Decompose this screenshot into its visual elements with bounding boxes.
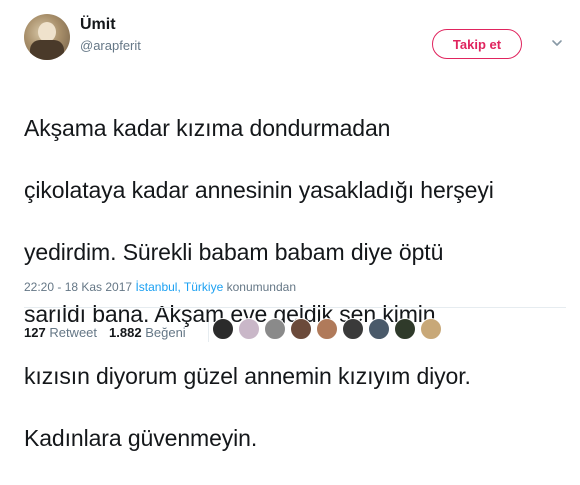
- likers-avatars: [212, 318, 442, 340]
- tweet-line: kızısın diyorum güzel annemin kızıyım di…: [24, 363, 471, 389]
- follow-button[interactable]: Takip et: [432, 29, 522, 59]
- tweet-line: Kadınlara güvenmeyin.: [24, 425, 258, 451]
- avatar-face: [38, 22, 56, 42]
- chevron-down-icon[interactable]: [550, 36, 564, 50]
- tweet-line: yedirdim. Sürekli babam babam diye öptü: [24, 239, 444, 265]
- avatar-body: [30, 40, 64, 60]
- tweet-location-suffix: konumundan: [226, 280, 296, 294]
- liker-avatar[interactable]: [420, 318, 442, 340]
- liker-avatar[interactable]: [290, 318, 312, 340]
- tweet-meta: 22:20 - 18 Kas 2017 İstanbul, Türkiye ko…: [24, 280, 296, 294]
- divider: [24, 307, 566, 308]
- like-label[interactable]: Beğeni: [145, 325, 185, 340]
- stats-divider: [207, 322, 209, 342]
- tweet-location[interactable]: İstanbul, Türkiye: [135, 280, 223, 294]
- user-name[interactable]: Ümit: [80, 16, 116, 34]
- liker-avatar[interactable]: [316, 318, 338, 340]
- tweet-timestamp[interactable]: 22:20 - 18 Kas 2017: [24, 280, 132, 294]
- avatar[interactable]: [24, 14, 70, 60]
- retweet-count[interactable]: 127: [24, 325, 46, 340]
- tweet-card: Ümit @arapferit Takip et Akşama kadar kı…: [0, 0, 580, 451]
- liker-avatar[interactable]: [264, 318, 286, 340]
- liker-avatar[interactable]: [394, 318, 416, 340]
- tweet-stats: 127 Retweet 1.882 Beğeni: [24, 322, 209, 342]
- liker-avatar[interactable]: [238, 318, 260, 340]
- liker-avatar[interactable]: [368, 318, 390, 340]
- tweet-line: Akşama kadar kızıma dondurmadan: [24, 115, 391, 141]
- like-count[interactable]: 1.882: [109, 325, 142, 340]
- liker-avatar[interactable]: [342, 318, 364, 340]
- tweet-line: çikolataya kadar annesinin yasakladığı h…: [24, 177, 494, 203]
- retweet-label[interactable]: Retweet: [49, 325, 97, 340]
- user-handle[interactable]: @arapferit: [80, 38, 141, 53]
- liker-avatar[interactable]: [212, 318, 234, 340]
